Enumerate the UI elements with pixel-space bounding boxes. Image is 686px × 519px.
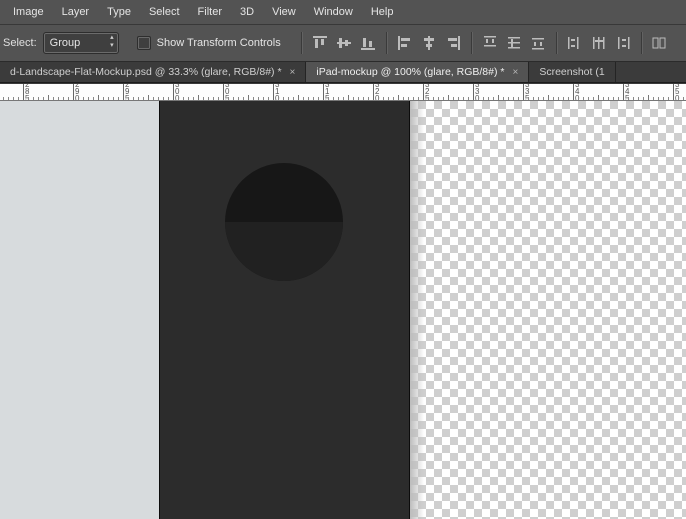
- show-transform-label: Show Transform Controls: [157, 37, 281, 49]
- close-icon[interactable]: ×: [512, 67, 518, 78]
- separator: [556, 32, 557, 54]
- menu-select[interactable]: Select: [140, 0, 189, 24]
- ipad-bezel: [160, 101, 409, 519]
- align-left-edges-icon[interactable]: [394, 32, 416, 54]
- auto-select-dropdown[interactable]: Group ▴▾: [43, 32, 119, 54]
- document-tab[interactable]: iPad-mockup @ 100% (glare, RGB/8#) * ×: [306, 62, 529, 82]
- separator: [641, 32, 642, 54]
- menu-help[interactable]: Help: [362, 0, 403, 24]
- tab-title: iPad-mockup @ 100% (glare, RGB/8#) *: [316, 66, 504, 78]
- transparent-region: [409, 101, 686, 519]
- distribute-hcenter-icon[interactable]: [588, 32, 610, 54]
- menu-3d[interactable]: 3D: [231, 0, 263, 24]
- document-tab[interactable]: Screenshot (1: [529, 62, 615, 82]
- align-top-edges-icon[interactable]: [309, 32, 331, 54]
- document-tab-bar: d-Landscape-Flat-Mockup.psd @ 33.3% (gla…: [0, 62, 686, 83]
- auto-select-label: Select:: [3, 37, 41, 49]
- canvas-viewport[interactable]: [0, 101, 686, 519]
- close-icon[interactable]: ×: [290, 67, 296, 78]
- document-tab[interactable]: d-Landscape-Flat-Mockup.psd @ 33.3% (gla…: [0, 62, 306, 82]
- horizontal-ruler[interactable]: 2800285029002950300030503100315032003250…: [0, 83, 686, 101]
- tab-title: Screenshot (1: [539, 66, 604, 78]
- options-bar: Select: Group ▴▾ Show Transform Controls: [0, 25, 686, 62]
- menu-image[interactable]: Image: [4, 0, 53, 24]
- align-bottom-edges-icon[interactable]: [357, 32, 379, 54]
- menu-type[interactable]: Type: [98, 0, 140, 24]
- canvas-left-region: [0, 101, 160, 519]
- tab-title: d-Landscape-Flat-Mockup.psd @ 33.3% (gla…: [10, 66, 282, 78]
- distribute-right-icon[interactable]: [612, 32, 634, 54]
- separator: [386, 32, 387, 54]
- distribute-left-icon[interactable]: [564, 32, 586, 54]
- align-right-edges-icon[interactable]: [442, 32, 464, 54]
- auto-select-value: Group: [50, 37, 81, 49]
- checkbox-icon: [137, 36, 151, 50]
- menu-window[interactable]: Window: [305, 0, 362, 24]
- align-vertical-centers-icon[interactable]: [333, 32, 355, 54]
- dropdown-arrows-icon: ▴▾: [110, 34, 114, 50]
- distribute-vcenter-icon[interactable]: [503, 32, 525, 54]
- menu-filter[interactable]: Filter: [189, 0, 231, 24]
- align-horizontal-centers-icon[interactable]: [418, 32, 440, 54]
- show-transform-checkbox[interactable]: Show Transform Controls: [137, 36, 295, 50]
- menu-view[interactable]: View: [263, 0, 305, 24]
- distribute-bottom-icon[interactable]: [527, 32, 549, 54]
- auto-align-icon[interactable]: [649, 32, 671, 54]
- menu-layer[interactable]: Layer: [53, 0, 99, 24]
- menu-bar: Image Layer Type Select Filter 3D View W…: [0, 0, 686, 25]
- separator: [301, 32, 302, 54]
- glare-layer: [410, 101, 424, 519]
- distribute-top-icon[interactable]: [479, 32, 501, 54]
- separator: [471, 32, 472, 54]
- home-button-icon: [225, 163, 343, 281]
